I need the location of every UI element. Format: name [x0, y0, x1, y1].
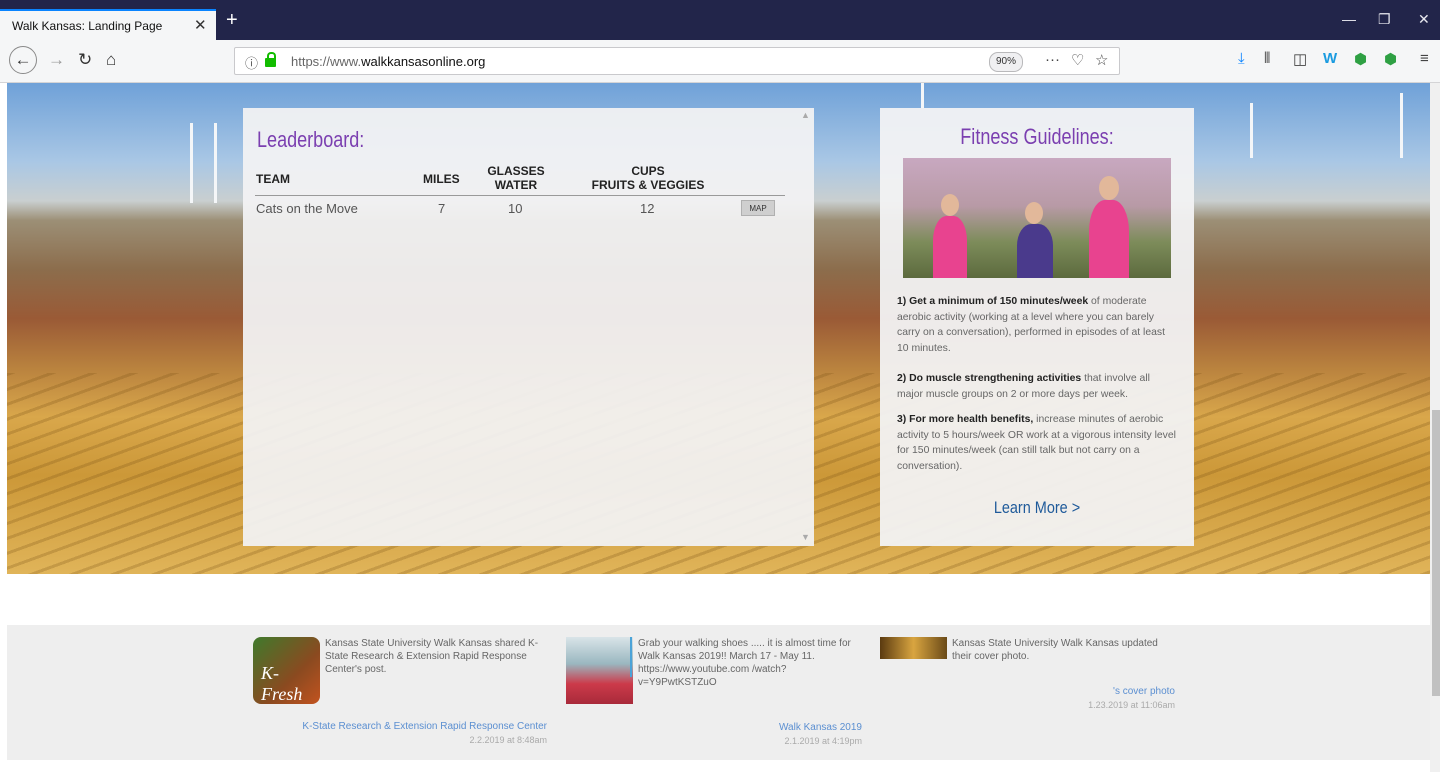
walker-figure — [933, 216, 967, 278]
learn-more-link[interactable]: Learn More > — [904, 498, 1171, 518]
browser-titlebar: Walk Kansas: Landing Page ✕ + — ❐ ✕ — [0, 0, 1440, 40]
feed-accent-bar — [630, 637, 632, 677]
forward-arrow-icon[interactable]: → — [48, 50, 65, 70]
header-water: WATER — [494, 178, 538, 192]
wind-turbine — [1400, 93, 1403, 158]
url-text[interactable]: https://www.walkkansasonline.org — [291, 54, 485, 69]
tab-close-icon[interactable]: ✕ — [194, 16, 207, 34]
feed-post-link[interactable]: K-State Research & Extension Rapid Respo… — [247, 721, 547, 732]
wind-turbine — [214, 123, 217, 203]
close-window-icon[interactable]: ✕ — [1418, 11, 1430, 28]
zoom-level-badge[interactable]: 90% — [989, 52, 1023, 72]
cell-team: Cats on the Move — [256, 201, 358, 216]
minimize-icon[interactable]: — — [1342, 11, 1356, 27]
restore-icon[interactable]: ❐ — [1378, 11, 1391, 28]
feed-post-link[interactable]: Walk Kansas 2019 — [562, 722, 862, 733]
feed-post-text: Kansas State University Walk Kansas upda… — [952, 638, 1158, 662]
library-icon[interactable]: ⫴ — [1264, 50, 1270, 67]
header-glasses-water: GLASSES WATER — [475, 164, 557, 192]
feed-thumbnail[interactable] — [880, 637, 947, 659]
download-icon[interactable]: ⤓ — [1238, 50, 1245, 67]
sidebar-icon[interactable]: ◫ — [1293, 50, 1307, 68]
page-actions-icon[interactable]: ··· — [1045, 51, 1060, 68]
header-cups: CUPS FRUITS & VEGGIES — [583, 164, 713, 192]
wind-turbine — [190, 123, 193, 203]
header-divider — [255, 195, 785, 196]
walker-figure — [1089, 200, 1129, 278]
new-tab-button[interactable]: + — [226, 10, 238, 30]
walker-head — [941, 194, 959, 216]
header-team: TEAM — [256, 172, 290, 186]
feed-post-date: 2.1.2019 at 4:19pm — [784, 736, 862, 746]
feed-thumbnail[interactable] — [566, 637, 633, 704]
guideline-2: 2) Do muscle strengthening activities th… — [897, 373, 1150, 400]
guideline-3: 3) For more health benefits, increase mi… — [897, 414, 1176, 472]
social-feed: K-Fresh Kansas State University Walk Kan… — [7, 625, 1430, 760]
fitness-guidelines-panel: Fitness Guidelines: 1) Get a minimum of … — [880, 108, 1194, 546]
url-bar[interactable]: ⓘ https://www.walkkansasonline.org 90% ·… — [234, 47, 1120, 75]
scroll-up-arrow-icon[interactable]: ▲ — [801, 110, 810, 120]
pocket-icon[interactable]: ♡ — [1071, 51, 1084, 69]
browser-navbar: ← → ↻ ⌂ ⓘ https://www.walkkansasonline.o… — [0, 40, 1440, 83]
walker-head — [1099, 176, 1119, 200]
header-miles: MILES — [423, 172, 460, 186]
cell-water: 10 — [508, 201, 523, 216]
menu-hamburger-icon[interactable]: ≡ — [1420, 50, 1429, 67]
walker-figure — [1017, 224, 1053, 278]
reload-icon[interactable]: ↻ — [78, 50, 92, 70]
leaderboard-title: Leaderboard: — [257, 127, 365, 152]
header-cups-line1: CUPS — [631, 164, 665, 178]
page-scrollbar-thumb[interactable] — [1432, 410, 1440, 696]
shield-extension-icon[interactable]: ⬢ — [1354, 50, 1367, 68]
info-icon[interactable]: ⓘ — [245, 53, 258, 72]
back-arrow-icon[interactable]: ← — [9, 46, 37, 74]
cell-cups: 12 — [640, 201, 655, 216]
kfresh-logo-text: K-Fresh — [261, 663, 303, 704]
feed-post-text: Kansas State University Walk Kansas shar… — [325, 638, 539, 675]
header-glasses: GLASSES — [487, 164, 545, 178]
feed-post-link[interactable]: 's cover photo — [875, 686, 1175, 697]
feed-post-date: 1.23.2019 at 11:06am — [1088, 700, 1175, 710]
cell-miles: 7 — [438, 201, 446, 216]
feed-thumbnail[interactable]: K-Fresh — [253, 637, 320, 704]
tab-title: Walk Kansas: Landing Page — [12, 19, 163, 33]
feed-post-text: Grab your walking shoes ..... it is almo… — [638, 638, 851, 688]
leaderboard-panel[interactable]: Leaderboard: TEAM MILES GLASSES WATER CU… — [243, 108, 814, 546]
home-icon[interactable]: ⌂ — [106, 50, 116, 70]
header-cups-line2: FRUITS & VEGGIES — [591, 178, 705, 192]
bookmark-star-icon[interactable]: ☆ — [1095, 51, 1108, 69]
wind-turbine — [921, 83, 924, 108]
w-extension-icon[interactable]: W — [1323, 50, 1337, 67]
shield-extension-icon-2[interactable]: ⬢ — [1384, 50, 1397, 68]
map-button[interactable]: MAP — [741, 200, 775, 216]
guideline-1: 1) Get a minimum of 150 minutes/week of … — [897, 296, 1165, 354]
walkers-photo — [903, 158, 1171, 278]
feed-post-date: 2.2.2019 at 8:48am — [469, 735, 547, 745]
fitness-title: Fitness Guidelines: — [960, 124, 1114, 149]
lock-icon[interactable] — [265, 52, 276, 67]
scroll-down-arrow-icon[interactable]: ▼ — [801, 532, 810, 542]
wind-turbine — [1250, 103, 1253, 158]
walker-head — [1025, 202, 1043, 224]
browser-tab-active[interactable]: Walk Kansas: Landing Page ✕ — [0, 9, 216, 40]
